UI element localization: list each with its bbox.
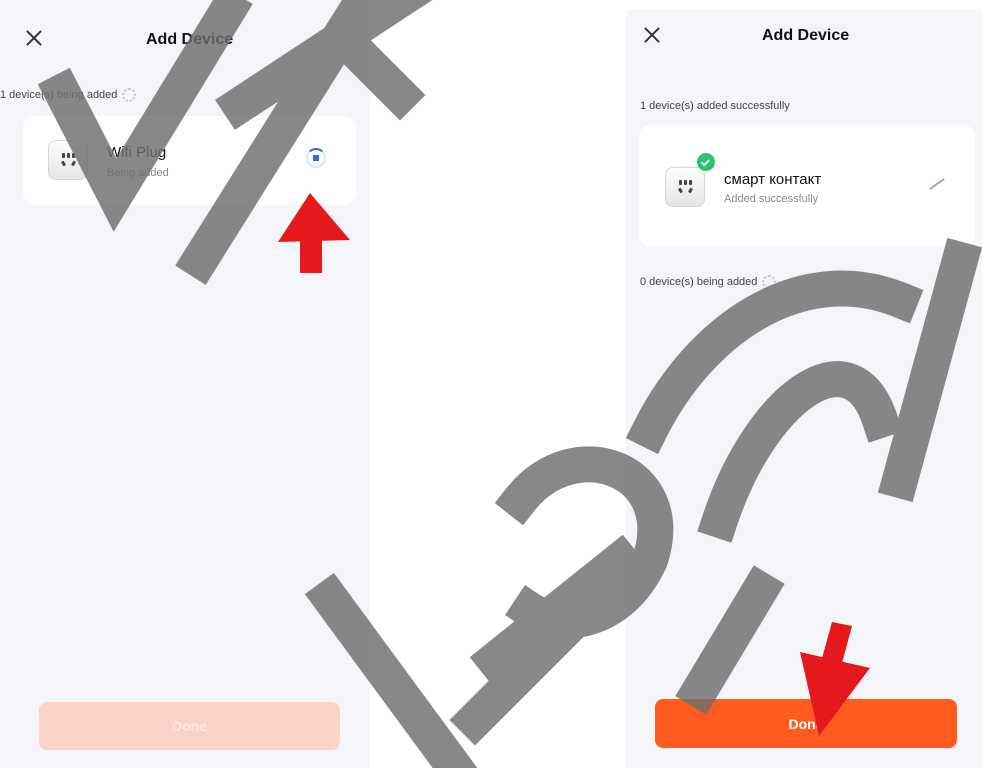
device-card[interactable]: смарт контакт Added successfully [639, 125, 975, 247]
edit-icon[interactable] [929, 178, 945, 190]
device-card[interactable]: Wifi Plug Being added [23, 116, 356, 205]
success-status-label: 1 device(s) added successfully [640, 100, 790, 112]
left-screen: Add Device 1 device(s) being added Wifi … [0, 0, 370, 768]
done-button[interactable]: Done [655, 699, 957, 748]
page-title: Add Device [762, 27, 850, 44]
device-name: смарт контакт [724, 171, 822, 188]
device-name: Wifi Plug [107, 144, 167, 161]
spinner-icon [762, 275, 777, 289]
plug-icon [48, 140, 88, 180]
check-icon [697, 153, 715, 171]
device-status: Added successfully [724, 193, 819, 205]
progress-icon [306, 148, 326, 168]
adding-status-label: 0 device(s) being added [640, 275, 777, 289]
plug-icon [665, 167, 705, 207]
adding-status-text: 0 device(s) being added [640, 276, 758, 288]
page-title: Add Device [146, 31, 234, 48]
close-icon[interactable] [24, 28, 44, 48]
right-screen: Add Device 1 device(s) added successfull… [626, 10, 982, 768]
device-status: Being added [107, 167, 169, 179]
spinner-icon [122, 88, 137, 102]
close-icon[interactable] [642, 25, 662, 45]
done-button[interactable]: Done [39, 702, 340, 750]
adding-status-text: 1 device(s) being added [0, 89, 118, 101]
adding-status-label: 1 device(s) being added [0, 88, 137, 102]
